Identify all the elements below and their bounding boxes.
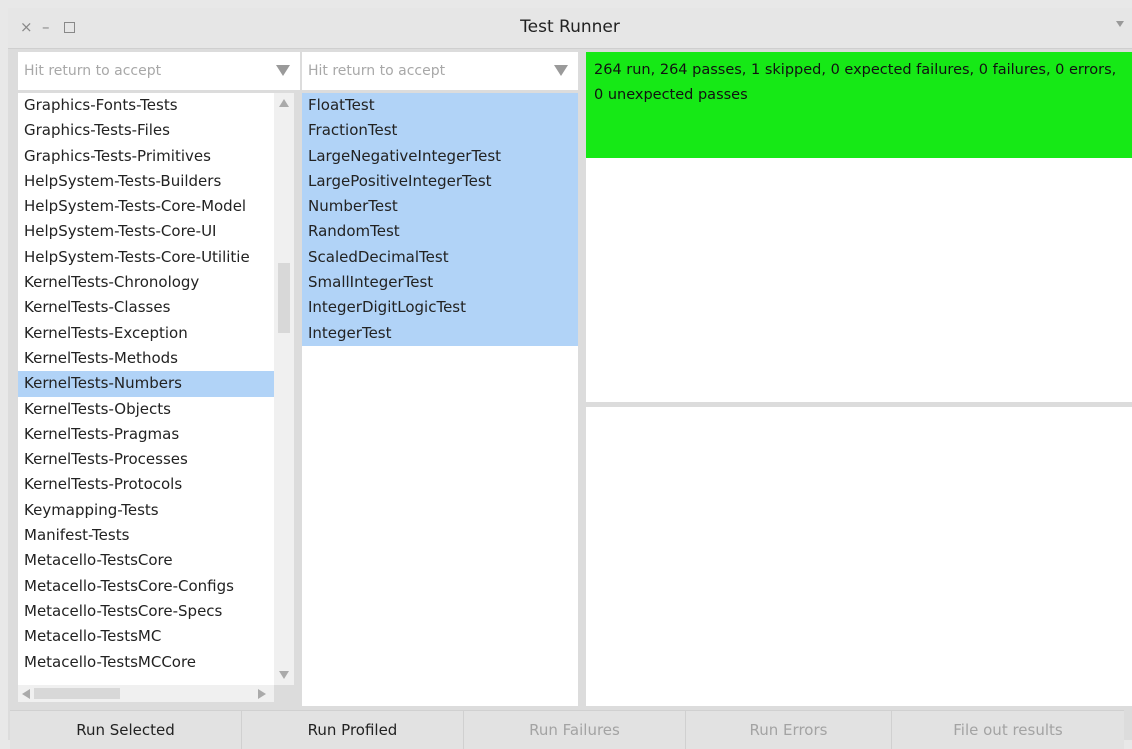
package-list-item[interactable]: KernelTests-Numbers [18, 371, 274, 397]
run-errors-button[interactable]: Run Errors [686, 711, 892, 749]
package-list-item[interactable]: HelpSystem-Tests-Core-UI [18, 219, 274, 244]
class-list-item[interactable]: FractionTest [302, 118, 578, 144]
horizontal-scrollbar-thumb[interactable] [34, 688, 120, 699]
package-list-item[interactable]: KernelTests-Pragmas [18, 422, 274, 447]
package-list-item[interactable]: KernelTests-Protocols [18, 472, 274, 497]
package-list-item[interactable]: KernelTests-Processes [18, 447, 274, 472]
class-list-item[interactable]: IntegerTest [302, 320, 578, 346]
class-filter [302, 52, 578, 90]
package-list-horizontal-scrollbar[interactable] [18, 685, 274, 702]
package-list-item[interactable]: Graphics-Tests-Files [18, 118, 274, 143]
package-list[interactable]: Graphics-Fonts-Tests Graphics-Tests-Files… [18, 93, 274, 685]
test-runner-window: × – Test Runner Graphics-Fonts-TestsGrap… [8, 8, 1132, 749]
package-list-item[interactable]: KernelTests-Exception [18, 321, 274, 346]
window-title: Test Runner [520, 17, 620, 37]
package-list-item[interactable]: KernelTests-Objects [18, 397, 274, 422]
class-list-item[interactable]: ScaledDecimalTest [302, 244, 578, 271]
package-list-item[interactable]: KernelTests-Classes [18, 295, 274, 320]
scroll-down-arrow-icon[interactable] [279, 671, 289, 679]
package-filter [18, 52, 300, 90]
class-list-item[interactable]: LargeNegativeIntegerTest [302, 143, 578, 169]
button-bar: Run Selected Run Profiled Run Failures R… [10, 710, 1124, 749]
package-filter-dropdown-icon[interactable] [276, 65, 290, 76]
package-list-item[interactable]: Graphics-Fonts-Tests [18, 93, 274, 118]
package-list-item[interactable]: HelpSystem-Tests-Builders [18, 169, 274, 194]
package-list-item[interactable]: Metacello-TestsCore-Configs [18, 574, 274, 599]
package-list-item[interactable]: HelpSystem-Tests-Core-Utilitie [18, 245, 274, 270]
failures-list[interactable] [586, 158, 1132, 402]
class-list-item[interactable]: LargePositiveIntegerTest [302, 168, 578, 195]
package-list-item[interactable]: Metacello-TestsMC [18, 624, 274, 649]
package-list-vertical-scrollbar[interactable] [274, 93, 294, 685]
errors-list[interactable] [586, 407, 1132, 706]
scroll-right-arrow-icon[interactable] [258, 689, 266, 699]
package-list-item[interactable]: KernelTests-Methods [18, 346, 274, 371]
test-result-summary: 264 run, 264 passes, 1 skipped, 0 expect… [586, 52, 1132, 158]
run-selected-button[interactable]: Run Selected [10, 711, 242, 749]
package-list-item[interactable]: Metacello-TestsCore [18, 548, 274, 573]
package-list-item[interactable]: HelpSystem-Tests-Core-Model [18, 194, 274, 219]
package-list-item[interactable]: KernelTests-Chronology [18, 270, 274, 295]
scroll-left-arrow-icon[interactable] [22, 689, 30, 699]
file-out-results-button[interactable]: File out results [892, 711, 1124, 749]
run-profiled-button[interactable]: Run Profiled [242, 711, 464, 749]
window-menu-icon[interactable] [1116, 21, 1124, 27]
title-bar: × – Test Runner [8, 8, 1132, 49]
package-filter-input[interactable] [18, 52, 300, 90]
class-list-item[interactable]: NumberTest [302, 194, 578, 220]
package-list-item[interactable]: Graphics-Tests-Primitives [18, 144, 274, 169]
scroll-up-arrow-icon[interactable] [279, 99, 289, 107]
package-list-item[interactable]: Manifest-Tests [18, 523, 274, 548]
class-filter-input[interactable] [302, 52, 578, 90]
class-list-item[interactable]: IntegerDigitLogicTest [302, 295, 578, 321]
run-failures-button[interactable]: Run Failures [464, 711, 686, 749]
class-list-item[interactable]: SmallIntegerTest [302, 270, 578, 296]
class-list[interactable]: FloatTest FractionTest LargeNegativeIntege… [302, 93, 578, 706]
package-list-item[interactable]: Metacello-TestsMCCore [18, 650, 274, 675]
class-list-item[interactable]: FloatTest [302, 93, 578, 119]
scrollbar-thumb[interactable] [278, 263, 290, 333]
class-list-item[interactable]: RandomTest [302, 219, 578, 245]
package-list-item[interactable]: Keymapping-Tests [18, 498, 274, 523]
class-filter-dropdown-icon[interactable] [554, 65, 568, 76]
package-list-item[interactable]: Metacello-TestsCore-Specs [18, 599, 274, 624]
